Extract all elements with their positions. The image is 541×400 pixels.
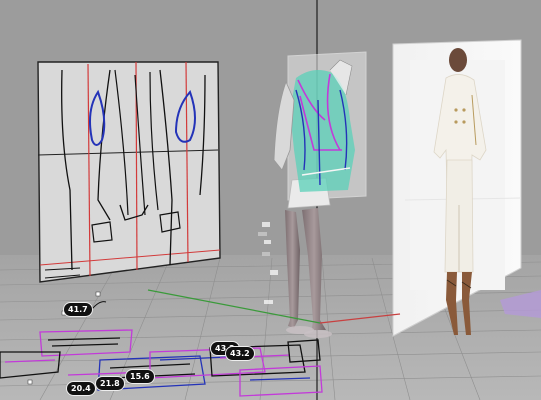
viewport-scene[interactable]	[0, 0, 541, 400]
3d-viewport[interactable]: 41.7 43.2 43.2 15.6 21.8 20.4	[0, 0, 541, 400]
measurement-label[interactable]: 43.2	[226, 347, 254, 360]
pattern-board[interactable]	[37, 61, 221, 283]
measurement-label[interactable]: 41.7	[64, 303, 92, 316]
measurement-label[interactable]: 21.8	[96, 377, 124, 390]
vertex-handle[interactable]	[95, 291, 101, 297]
measurement-label[interactable]: 20.4	[67, 382, 95, 395]
measurement-label[interactable]: 15.6	[126, 370, 154, 383]
vertex-handle[interactable]	[27, 379, 33, 385]
